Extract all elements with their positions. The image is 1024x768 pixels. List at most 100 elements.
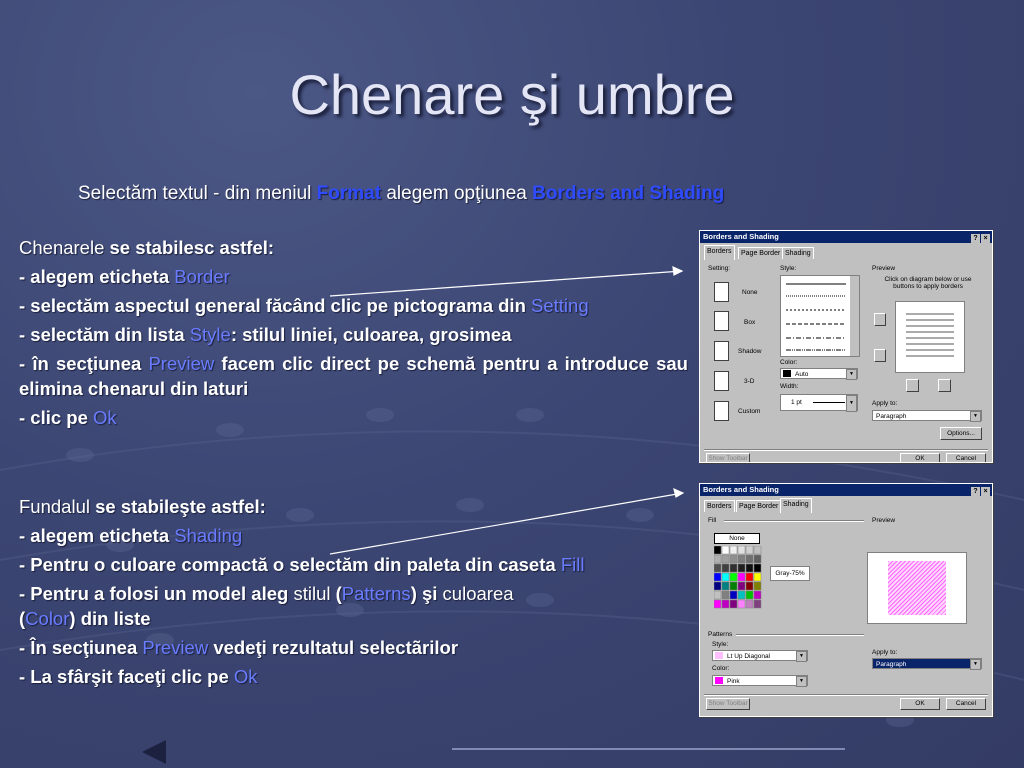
palette-swatch [753,599,762,609]
instruction-line: - alegem eticheta Border [19,266,230,287]
setting-shadow-icon[interactable] [714,341,729,361]
fill-label: Fill [708,517,717,524]
palette-swatch [753,546,762,555]
preview-diagram[interactable] [895,301,965,373]
tab-borders[interactable]: Borders [704,245,735,260]
apply-to-label: Apply to: [872,649,898,656]
palette-swatch [721,581,730,591]
palette-swatch [745,572,754,582]
tab-page-border[interactable]: Page Border [738,247,784,259]
palette-swatch [714,546,722,555]
show-toolbar-button[interactable]: Show Toolbar [706,453,750,462]
palette-swatch [729,599,738,609]
pattern-style-label: Style: [712,641,729,648]
palette-swatch [745,546,754,555]
fill-none-button[interactable]: None [714,533,760,544]
setting-3d-icon[interactable] [714,371,729,391]
palette-swatch [721,590,730,600]
help-button[interactable]: ? [971,234,980,243]
setting-none-icon[interactable] [714,282,729,302]
palette-swatch [729,554,738,564]
instruction-line: - alegem eticheta Shading [19,525,243,546]
width-select[interactable]: 1 pt ▼ [780,394,858,412]
instruction-line: - În secţiunea Preview vedeţi rezultatul… [19,637,459,658]
pattern-color-label: Color: [712,665,730,672]
fill-color-palette[interactable] [714,546,762,612]
palette-swatch [745,599,754,609]
apply-to-select[interactable]: Paragraph ▼ [872,410,982,422]
cancel-button[interactable]: Cancel [946,453,986,462]
palette-swatch [737,554,746,564]
dialog-titlebar: Borders and Shading ? × [700,231,992,243]
shading-preview [867,552,967,624]
apply-to-label: Apply to: [872,400,898,407]
preview-hint: Click on diagram below or use buttons to… [884,276,972,290]
slide-subtitle: Selectăm textul - din meniul Format aleg… [78,183,725,204]
instruction-line: - Pentru a folosi un model aleg stilul (… [19,583,514,629]
pattern-color-select[interactable]: Pink ▼ [712,675,808,687]
palette-swatch [721,546,730,555]
preview-label: Preview [872,265,896,272]
width-label: Width: [780,383,799,390]
bottom-border-button[interactable] [874,349,886,362]
palette-swatch [737,581,746,591]
instruction-line: - Pentru o culoare compactă o selectăm d… [19,554,585,575]
palette-swatch [745,554,754,564]
palette-swatch [745,590,754,600]
instruction-line: - selectăm aspectul general făcând clic … [19,295,589,316]
borders-dialog: Borders and Shading ? × Borders Page Bord… [699,230,993,463]
shading-dialog: Borders and Shading ? × Borders Page Bord… [699,483,993,717]
instruction-line: - în secţiunea Preview facem clic direct… [19,353,688,399]
dialog-titlebar: Borders and Shading ? × [700,484,992,496]
ok-button[interactable]: OK [900,698,940,710]
right-border-button[interactable] [938,379,951,392]
palette-swatch [729,581,738,591]
instruction-line: Chenarele se stabilesc astfel: [19,237,275,258]
palette-swatch [753,590,762,600]
apply-to-select[interactable]: Paragraph ▼ [872,658,982,670]
setting-custom-icon[interactable] [714,401,729,421]
setting-box-icon[interactable] [714,311,729,331]
close-icon[interactable]: × [981,487,990,496]
show-toolbar-button[interactable]: Show Toolbar [706,698,750,710]
palette-swatch [737,599,746,609]
palette-swatch [721,599,730,609]
pattern-style-select[interactable]: Lt Up Diagonal ▼ [712,650,808,662]
shading-instructions: Fundalul se stabileşte astfel: - alegem … [19,494,688,693]
palette-swatch [745,581,754,591]
palette-swatch [729,572,738,582]
palette-swatch [753,581,762,591]
tab-shading[interactable]: Shading [780,498,812,513]
tab-shading[interactable]: Shading [782,247,814,259]
palette-swatch [714,554,722,564]
palette-swatch [714,581,722,591]
selected-fill-value: Gray-75% [770,566,810,581]
palette-swatch [714,563,722,573]
slide-title: Chenare şi umbre [289,63,735,126]
color-label: Color: [780,359,798,366]
palette-swatch [721,563,730,573]
help-button[interactable]: ? [971,487,980,496]
cancel-button[interactable]: Cancel [946,698,986,710]
patterns-label: Patterns [708,631,733,638]
tab-borders[interactable]: Borders [704,500,735,512]
close-icon[interactable]: × [981,234,990,243]
tab-page-border[interactable]: Page Border [736,500,782,512]
style-label: Style: [780,265,797,272]
top-border-button[interactable] [874,313,886,326]
instruction-line: - clic pe Ok [19,407,117,428]
palette-swatch [729,563,738,573]
palette-swatch [714,599,722,609]
palette-swatch [729,590,738,600]
ok-button[interactable]: OK [900,453,940,462]
style-list[interactable] [780,275,860,357]
borders-instructions: Chenarele se stabilesc astfel: - alegem … [19,235,688,434]
palette-swatch [714,590,722,600]
color-select[interactable]: Auto ▼ [780,368,858,380]
palette-swatch [721,572,730,582]
options-button[interactable]: Options... [940,427,982,440]
left-border-button[interactable] [906,379,919,392]
back-arrow-icon [142,740,166,764]
instruction-line: - La sfârşit faceţi clic pe Ok [19,666,258,687]
palette-swatch [753,572,762,582]
